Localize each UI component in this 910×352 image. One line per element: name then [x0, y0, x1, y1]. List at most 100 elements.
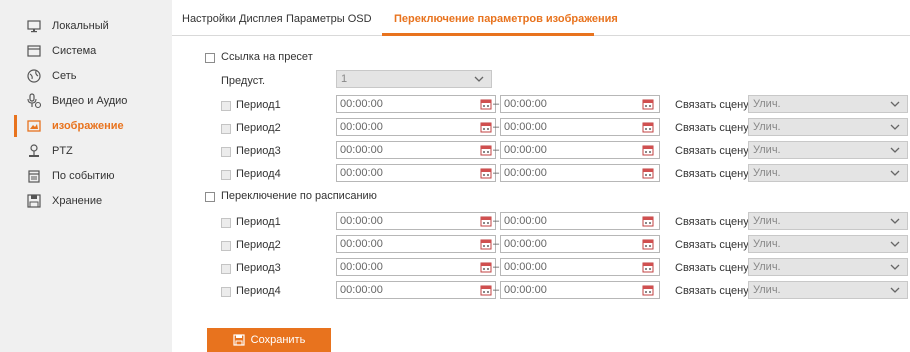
- range-dash: –: [493, 144, 500, 156]
- preset-select-value: 1: [341, 73, 348, 85]
- tab-active-underline: [382, 33, 594, 36]
- scene-select-value: Улич.: [753, 284, 781, 296]
- link-scene-label: Связать сцену: [675, 122, 749, 134]
- calendar-icon[interactable]: [642, 284, 654, 296]
- calendar-icon[interactable]: [480, 98, 492, 110]
- scene-select[interactable]: Улич.: [748, 212, 908, 230]
- sidebar-item-network[interactable]: Сеть: [0, 65, 172, 87]
- calendar-icon[interactable]: [480, 284, 492, 296]
- period-checkbox[interactable]: [221, 101, 231, 111]
- period-checkbox[interactable]: [221, 147, 231, 157]
- save-button[interactable]: Сохранить: [207, 328, 331, 352]
- range-dash: –: [493, 98, 500, 110]
- period-start-input[interactable]: 00:00:00: [336, 95, 496, 113]
- sidebar-item-label: По событию: [52, 170, 115, 182]
- save-button-label: Сохранить: [250, 334, 306, 346]
- period-checkbox[interactable]: [221, 264, 231, 274]
- chevron-down-icon: [889, 215, 901, 227]
- link-scene-label: Связать сцену: [675, 285, 749, 297]
- period-label: Период4: [236, 285, 281, 297]
- chevron-down-icon: [889, 261, 901, 273]
- sidebar-item-ptz[interactable]: PTZ: [0, 140, 172, 162]
- calendar-icon[interactable]: [642, 167, 654, 179]
- scene-select[interactable]: Улич.: [748, 118, 908, 136]
- period-checkbox[interactable]: [221, 241, 231, 251]
- period-label: Период2: [236, 239, 281, 251]
- scene-select-value: Улич.: [753, 261, 781, 273]
- period-start-input[interactable]: 00:00:00: [336, 281, 496, 299]
- sidebar-item-storage[interactable]: Хранение: [0, 190, 172, 212]
- scene-select[interactable]: Улич.: [748, 95, 908, 113]
- scene-select[interactable]: Улич.: [748, 164, 908, 182]
- calendar-icon[interactable]: [480, 215, 492, 227]
- period-label: Период3: [236, 262, 281, 274]
- period-end-input[interactable]: 00:00:00: [500, 212, 660, 230]
- period-checkbox[interactable]: [221, 170, 231, 180]
- period-start-input[interactable]: 00:00:00: [336, 258, 496, 276]
- period-start-input[interactable]: 00:00:00: [336, 141, 496, 159]
- period-end-input[interactable]: 00:00:00: [500, 141, 660, 159]
- period-end-input[interactable]: 00:00:00: [500, 281, 660, 299]
- period-start-input[interactable]: 00:00:00: [336, 235, 496, 253]
- sidebar-item-local[interactable]: Локальный: [0, 15, 172, 37]
- schedule-switch-checkbox[interactable]: [205, 192, 215, 202]
- calendar-icon[interactable]: [642, 238, 654, 250]
- period-start-input[interactable]: 00:00:00: [336, 118, 496, 136]
- calendar-icon[interactable]: [480, 238, 492, 250]
- period-label: Период1: [236, 216, 281, 228]
- period-label: Период2: [236, 122, 281, 134]
- link-scene-label: Связать сцену: [675, 239, 749, 251]
- chevron-down-icon: [889, 238, 901, 250]
- sidebar-item-image[interactable]: изображение: [0, 115, 172, 137]
- link-scene-label: Связать сцену: [675, 145, 749, 157]
- preset-link-label: Ссылка на пресет: [221, 51, 313, 63]
- preset-link-checkbox[interactable]: [205, 53, 215, 63]
- period-checkbox[interactable]: [221, 218, 231, 228]
- period-end-input[interactable]: 00:00:00: [500, 118, 660, 136]
- monitor-icon: [26, 18, 42, 34]
- chevron-down-icon: [473, 73, 485, 85]
- tab-display-settings[interactable]: Настройки Дисплея: [182, 13, 283, 25]
- sidebar-item-label: Хранение: [52, 195, 103, 207]
- range-dash: –: [493, 167, 500, 179]
- scene-select[interactable]: Улич.: [748, 258, 908, 276]
- link-scene-label: Связать сцену: [675, 262, 749, 274]
- period-start-input[interactable]: 00:00:00: [336, 164, 496, 182]
- range-dash: –: [493, 261, 500, 273]
- tab-osd-parameters[interactable]: Параметры OSD: [286, 13, 372, 25]
- period-end-input[interactable]: 00:00:00: [500, 95, 660, 113]
- calendar-icon[interactable]: [642, 215, 654, 227]
- calendar-icon[interactable]: [480, 167, 492, 179]
- calendar-icon[interactable]: [642, 121, 654, 133]
- link-scene-label: Связать сцену: [675, 168, 749, 180]
- period-end-input[interactable]: 00:00:00: [500, 258, 660, 276]
- scene-select[interactable]: Улич.: [748, 281, 908, 299]
- sidebar: Локальный Система Сеть Видео и Аудио изо…: [0, 0, 172, 352]
- sidebar-item-event[interactable]: По событию: [0, 165, 172, 187]
- scene-select-value: Улич.: [753, 144, 781, 156]
- system-window-icon: [26, 43, 42, 59]
- period-start-input[interactable]: 00:00:00: [336, 212, 496, 230]
- calendar-icon[interactable]: [642, 261, 654, 273]
- ptz-icon: [26, 143, 42, 159]
- calendar-icon[interactable]: [480, 261, 492, 273]
- period-end-input[interactable]: 00:00:00: [500, 235, 660, 253]
- tab-image-switch[interactable]: Переключение параметров изображения: [394, 13, 618, 25]
- calendar-icon[interactable]: [480, 144, 492, 156]
- scene-select-value: Улич.: [753, 98, 781, 110]
- calendar-icon[interactable]: [642, 98, 654, 110]
- period-checkbox[interactable]: [221, 124, 231, 134]
- scene-select-value: Улич.: [753, 121, 781, 133]
- period-checkbox[interactable]: [221, 287, 231, 297]
- scene-select[interactable]: Улич.: [748, 235, 908, 253]
- scene-select[interactable]: Улич.: [748, 141, 908, 159]
- period-end-input[interactable]: 00:00:00: [500, 164, 660, 182]
- period-label: Период3: [236, 145, 281, 157]
- preset-select[interactable]: 1: [336, 70, 492, 88]
- calendar-icon[interactable]: [480, 121, 492, 133]
- calendar-icon[interactable]: [642, 144, 654, 156]
- network-globe-icon: [26, 68, 42, 84]
- sidebar-item-system[interactable]: Система: [0, 40, 172, 62]
- sidebar-item-video-audio[interactable]: Видео и Аудио: [0, 90, 172, 112]
- range-dash: –: [493, 215, 500, 227]
